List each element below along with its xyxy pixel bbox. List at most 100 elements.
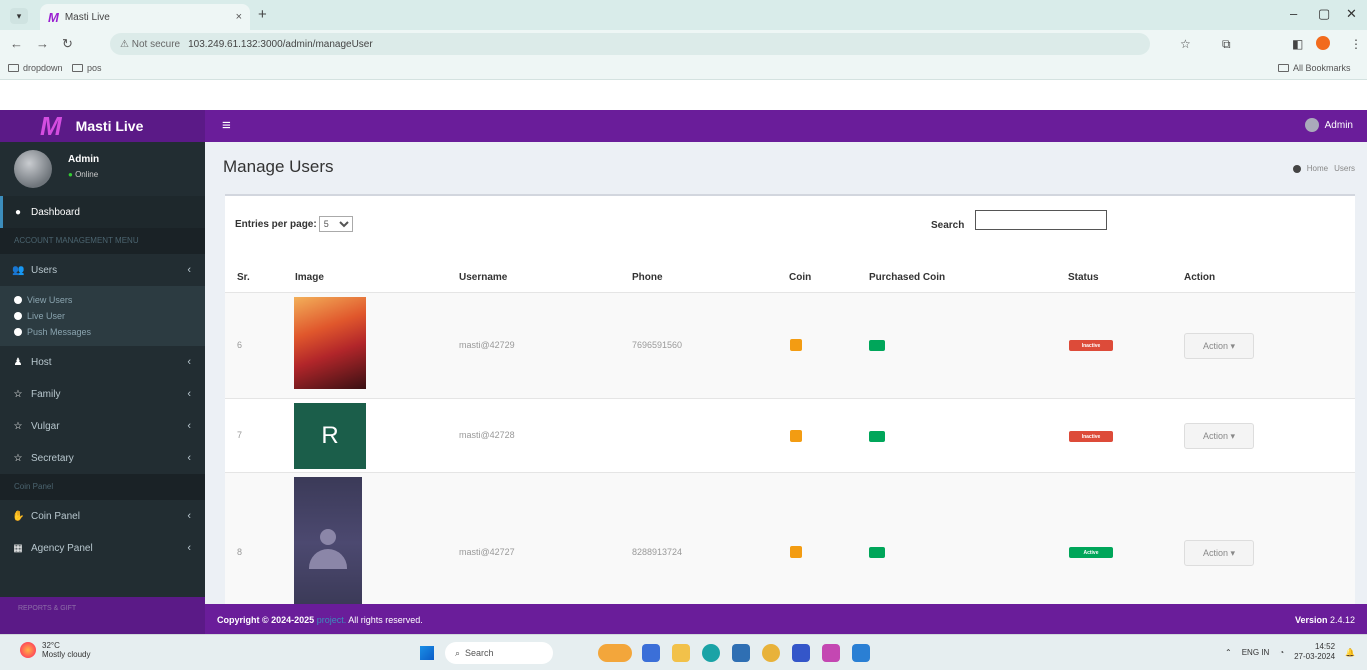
star-icon: ☆ [13,388,23,400]
bookmark-pos[interactable]: pos [72,63,102,73]
store-icon[interactable] [732,644,750,662]
column-header[interactable]: Purchased Coin [869,272,945,283]
column-header[interactable]: Sr. [237,272,250,283]
tab-search-dropdown[interactable]: ▾ [10,8,28,24]
sidebar-item-users[interactable]: 👥 Users ‹ [0,254,205,286]
avatar-body-icon [309,549,347,569]
sidebar-item-label: Coin Panel [31,510,80,522]
column-header[interactable]: Coin [789,272,811,283]
photos-icon[interactable] [822,644,840,662]
sidebar-item-dashboard[interactable]: ● Dashboard [0,196,205,228]
avatar [1304,118,1319,132]
action-button[interactable]: Action ▾ [1184,333,1254,359]
action-button[interactable]: Action ▾ [1184,423,1254,449]
taskbar-search[interactable]: ⌕ Search [445,642,553,664]
chevron-up-icon[interactable]: ⌃ [1225,648,1232,657]
maximize-icon[interactable]: ▢ [1318,6,1330,22]
circle-icon [14,328,22,336]
page-title: Manage Users [223,157,334,176]
column-header[interactable]: Status [1068,272,1099,283]
file-explorer-icon[interactable] [672,644,690,662]
date: 27-03-2024 [1294,652,1336,661]
entries-select[interactable]: 5 [318,216,353,232]
profile-icon[interactable] [1316,36,1330,50]
status-badge: Inactive [1069,431,1113,442]
sidebar-item-family[interactable]: ☆ Family ‹ [0,378,205,410]
bookmark-star-icon[interactable]: ☆ [1180,37,1191,51]
reload-icon[interactable]: ↻ [62,36,73,52]
back-icon[interactable]: ← [10,36,23,51]
clock[interactable]: 14:52 27-03-2024 [1294,642,1335,662]
bookmark-dropdown[interactable]: dropdown [8,63,63,73]
status-badge: Inactive [1069,340,1113,351]
app-logo[interactable]: M Masti Live [0,110,205,142]
sidepanel-icon[interactable]: ◧ [1292,37,1303,51]
sidebar-item-label: Push Messages [27,327,92,337]
extensions-icon[interactable]: ⧉ [1222,37,1231,52]
url-bar[interactable]: ⚠ Not secure 103.249.61.132:3000/admin/m… [110,33,1150,55]
avatar [14,150,52,188]
column-header[interactable]: Action [1184,272,1215,283]
new-tab-button[interactable]: + [258,6,267,23]
sidebar-item-secretary[interactable]: ☆ Secretary ‹ [0,442,205,474]
column-header[interactable]: Phone [632,272,663,283]
chevron-left-icon: ‹ [187,388,191,400]
column-header[interactable]: Username [459,272,507,283]
project-link[interactable]: project. [317,615,347,625]
sidebar-item-agency-panel[interactable]: ▦ Agency Panel ‹ [0,532,205,564]
browser-tab[interactable]: M Masti Live × [40,4,250,30]
widgets-icon[interactable] [598,644,632,662]
action-button[interactable]: Action ▾ [1184,540,1254,566]
breadcrumb-home[interactable]: Home [1307,164,1328,173]
table-row: 6 masti@42729 7696591560 Inactive Action… [225,292,1355,398]
tab-favicon-icon: M [48,9,59,25]
sidebar-item-push-messages[interactable]: Push Messages [0,324,205,340]
forward-icon[interactable]: → [36,36,49,51]
start-icon[interactable] [420,646,434,660]
sidebar-item-label: Secretary [31,452,74,464]
sidebar-item-label: Users [31,264,58,276]
sidebar-item-host[interactable]: ♟ Host ‹ [0,346,205,378]
username-cell: masti@42728 [459,430,515,440]
menu-dots-icon[interactable]: ⋮ [1350,37,1362,51]
dashboard-icon: ● [14,206,22,218]
all-bookmarks[interactable]: All Bookmarks [1278,63,1351,73]
sidebar-item-view-users[interactable]: View Users [0,292,205,308]
address-bar-row: ← → ↻ ⚠ Not secure 103.249.61.132:3000/a… [0,30,1367,58]
menu-toggle-icon[interactable]: ≡ [222,117,231,134]
column-header[interactable]: Image [295,272,324,283]
footer: Copyright © 2024-2025 project. All right… [205,604,1367,634]
weather-icon [20,642,36,658]
admin-label: Admin [1324,119,1353,131]
tab-close-icon[interactable]: × [236,11,242,23]
security-indicator[interactable]: ⚠ Not secure [120,39,180,50]
notification-icon[interactable]: 🔔 [1345,648,1355,657]
sidebar-item-vulgar[interactable]: ☆ Vulgar ‹ [0,410,205,442]
lang-indicator[interactable]: ENG IN [1242,648,1270,657]
vscode-icon[interactable] [852,644,870,662]
url-text[interactable]: 103.249.61.132:3000/admin/manageUser [188,39,373,50]
sidebar-item-label: View Users [27,295,73,305]
wifi-icon[interactable]: ◔ [1279,648,1284,657]
table-row: 7 R masti@42728 Inactive Action ▾ [225,398,1355,472]
chevron-left-icon: ‹ [187,452,191,464]
app-icon[interactable] [792,644,810,662]
users-icon: 👥 [12,264,25,276]
close-window-icon[interactable]: ✕ [1346,6,1357,22]
main-content: Manage Users Home Users Entries per page… [205,142,1367,604]
bookmarks-bar: dropdown pos All Bookmarks [0,58,1367,80]
top-navbar: ≡ Admin [205,110,1367,142]
task-view-icon[interactable] [642,644,660,662]
search-input[interactable] [975,210,1107,230]
chrome-icon[interactable] [762,644,780,662]
user-image [294,477,362,604]
minimize-icon[interactable]: – [1290,6,1297,21]
edge-icon[interactable] [702,644,720,662]
sidebar-item-live-user[interactable]: Live User [0,308,205,324]
phone-cell: 7696591560 [632,340,683,350]
weather-widget[interactable]: 32°C Mostly cloudy [20,641,90,659]
system-tray: ⌃ ENG IN ◔ 14:52 27-03-2024 🔔 [1225,642,1355,662]
admin-menu[interactable]: Admin [1304,118,1353,132]
sidebar-item-coin-panel[interactable]: ✋ Coin Panel ‹ [0,500,205,532]
logo-mark: M [40,111,62,141]
